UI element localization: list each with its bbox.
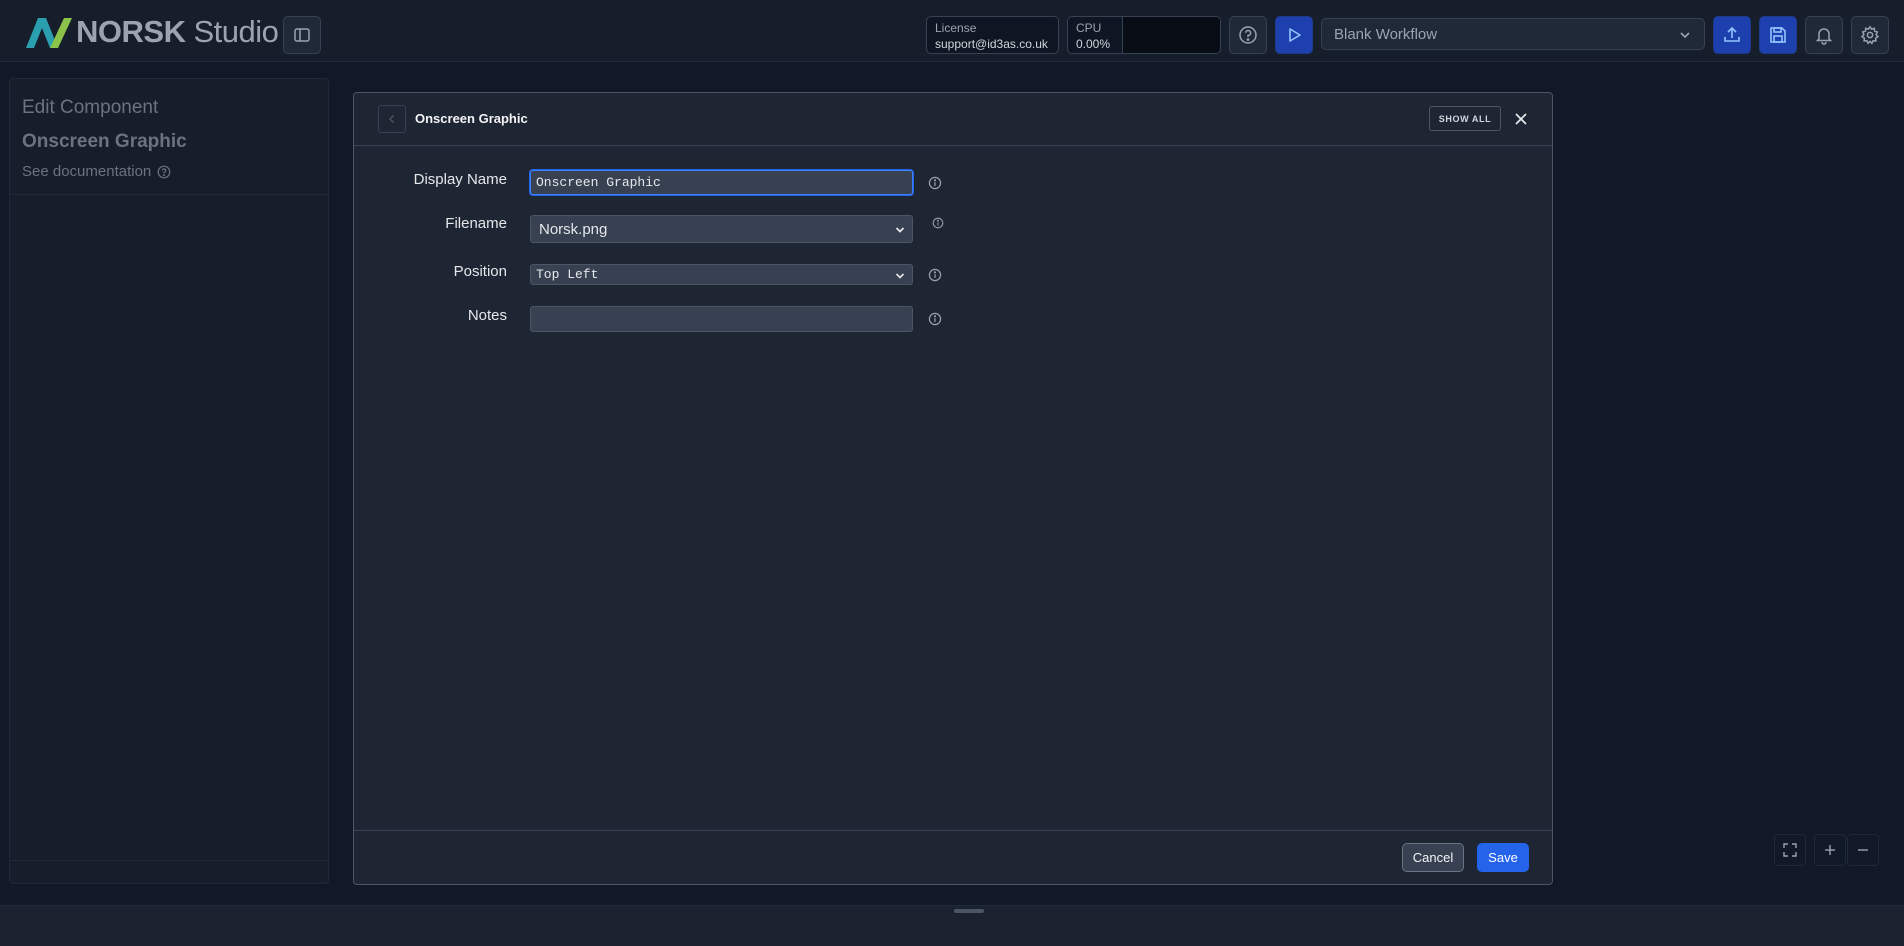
panel-divider-bottom [10, 860, 328, 861]
modal-header: Onscreen Graphic SHOW ALL [354, 93, 1552, 146]
save-button[interactable]: Save [1477, 843, 1529, 872]
zoom-out-button[interactable] [1847, 834, 1879, 866]
export-button[interactable] [1713, 16, 1751, 54]
brand-light: Studio [193, 14, 279, 49]
modal-footer: Cancel Save [354, 830, 1552, 885]
workflow-select-value: Blank Workflow [1334, 25, 1438, 43]
workflow-select[interactable]: Blank Workflow [1321, 18, 1705, 50]
chevron-down-icon [1680, 32, 1690, 39]
component-modal: Onscreen Graphic SHOW ALL Display Name O… [353, 92, 1553, 885]
close-icon [1515, 113, 1527, 125]
license-value: support@id3as.co.uk [935, 37, 1048, 51]
notifications-button[interactable] [1805, 16, 1843, 54]
norsk-logo-icon [26, 18, 72, 48]
app-title: NORSK Studio [76, 14, 279, 50]
brand-bold: NORSK [76, 14, 186, 49]
documentation-link[interactable]: See documentation [22, 163, 171, 180]
cpu-label: CPU [1076, 21, 1102, 35]
run-button[interactable] [1275, 16, 1313, 54]
component-title: Onscreen Graphic [22, 131, 187, 152]
app-logo[interactable]: NORSK Studio [24, 14, 279, 50]
license-label: License [935, 21, 977, 35]
help-icon [157, 165, 171, 178]
documentation-link-label: See documentation [22, 163, 152, 180]
license-box: License support@id3as.co.uk [926, 16, 1059, 54]
cpu-graph [1123, 16, 1221, 54]
info-icon[interactable] [928, 312, 942, 326]
display-name-input[interactable]: Onscreen Graphic [530, 170, 913, 195]
display-name-label: Display Name [413, 171, 507, 188]
info-icon[interactable] [932, 217, 944, 229]
help-icon [1239, 26, 1257, 44]
fit-view-button[interactable] [1774, 834, 1806, 866]
zoom-in-button[interactable] [1814, 834, 1846, 866]
play-icon [1289, 28, 1301, 42]
chevron-down-icon [895, 227, 905, 233]
resize-handle[interactable] [954, 909, 984, 913]
show-all-button[interactable]: SHOW ALL [1429, 106, 1501, 131]
save-workflow-button[interactable] [1759, 16, 1797, 54]
panel-divider [10, 194, 328, 195]
filename-select[interactable]: Norsk.png [530, 215, 913, 243]
close-button[interactable] [1511, 109, 1531, 129]
modal-title: Onscreen Graphic [415, 111, 528, 126]
filename-label: Filename [445, 215, 507, 232]
position-select-value: Top Left [536, 267, 599, 282]
bell-icon [1815, 28, 1833, 45]
chevron-down-icon [895, 273, 905, 279]
gear-icon [1860, 25, 1880, 45]
info-icon[interactable] [928, 176, 942, 190]
bottom-panel [0, 905, 1904, 946]
save-icon [1770, 27, 1786, 43]
position-select[interactable]: Top Left [530, 264, 913, 285]
position-label: Position [453, 263, 507, 280]
plus-icon [1825, 845, 1835, 855]
top-bar: NORSK Studio License support@id3as.co.uk … [0, 0, 1904, 62]
back-button[interactable] [378, 105, 406, 133]
cancel-button[interactable]: Cancel [1402, 843, 1464, 872]
toggle-sidebar-button[interactable] [283, 16, 321, 54]
cpu-value: 0.00% [1076, 37, 1111, 51]
info-icon[interactable] [928, 268, 942, 282]
minus-icon [1858, 849, 1868, 851]
settings-button[interactable] [1851, 16, 1889, 54]
fullscreen-icon [1783, 843, 1797, 857]
cpu-box: CPU 0.00% [1067, 16, 1123, 54]
notes-input[interactable] [530, 306, 913, 332]
panel-heading: Edit Component [22, 97, 159, 118]
upload-icon [1724, 26, 1740, 42]
filename-select-value: Norsk.png [539, 220, 608, 238]
help-button[interactable] [1229, 16, 1267, 54]
edit-component-panel: Edit Component Onscreen Graphic See docu… [9, 78, 329, 884]
notes-label: Notes [467, 307, 507, 324]
sidebar-toggle-icon [294, 28, 310, 42]
chevron-left-icon [389, 115, 394, 123]
